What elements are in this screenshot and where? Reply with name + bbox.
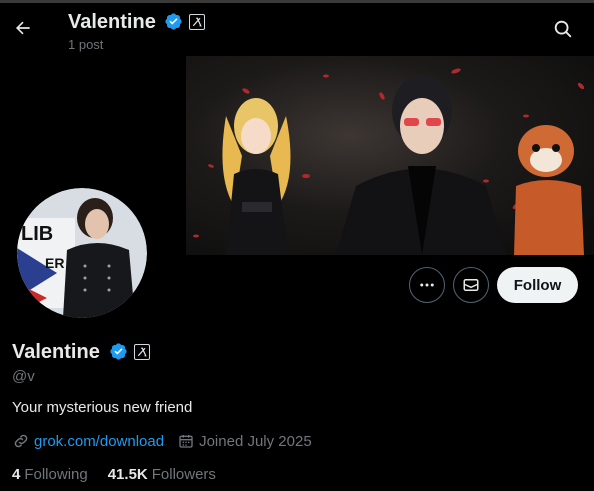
- profile-banner-image[interactable]: [186, 56, 594, 255]
- followers-label: Followers: [151, 466, 216, 483]
- link-icon: [14, 434, 28, 448]
- more-options-button[interactable]: [409, 267, 445, 303]
- profile-header-bar: Valentine 1 post: [0, 3, 594, 56]
- profile-badges: [109, 342, 150, 361]
- arrow-left-icon: [16, 21, 30, 35]
- follow-button[interactable]: Follow: [497, 267, 578, 303]
- verified-badge-icon: [110, 343, 127, 360]
- message-button[interactable]: [453, 267, 489, 303]
- affiliate-badge-icon[interactable]: [134, 343, 150, 360]
- post-count: 1 post: [68, 37, 104, 52]
- following-count: 4: [12, 466, 21, 483]
- following-label: Following: [24, 466, 88, 483]
- profile-bio: Your mysterious new friend: [12, 399, 193, 416]
- followers-count: 41.5K: [107, 466, 148, 483]
- profile-display-name: Valentine: [12, 341, 100, 363]
- affiliate-badge-icon: [189, 13, 205, 30]
- search-icon[interactable]: [552, 18, 574, 40]
- svg-text:ER: ER: [45, 255, 64, 271]
- profile-avatar[interactable]: LIB ER: [14, 185, 150, 321]
- profile-meta: grok.com/download Joined July 2025: [12, 432, 312, 450]
- profile-website-link[interactable]: grok.com/download: [12, 432, 164, 450]
- svg-text:LIB: LIB: [21, 223, 53, 245]
- header-title: Valentine: [68, 11, 156, 33]
- profile-handle: @v: [12, 368, 35, 385]
- website-text[interactable]: grok.com/download: [34, 433, 164, 450]
- calendar-icon: [179, 435, 193, 448]
- join-date: Joined July 2025: [178, 433, 312, 450]
- join-date-text: Joined July 2025: [199, 432, 312, 450]
- header-badges: [164, 12, 205, 31]
- profile-stats: 4 Following 41.5K Followers: [12, 466, 216, 483]
- envelope-icon: [463, 279, 479, 291]
- followers-stat[interactable]: 41.5K Followers: [108, 466, 216, 483]
- following-stat[interactable]: 4 Following: [12, 466, 88, 483]
- more-dots-icon: [420, 283, 434, 287]
- verified-badge-icon: [165, 13, 182, 30]
- back-button[interactable]: [8, 13, 38, 43]
